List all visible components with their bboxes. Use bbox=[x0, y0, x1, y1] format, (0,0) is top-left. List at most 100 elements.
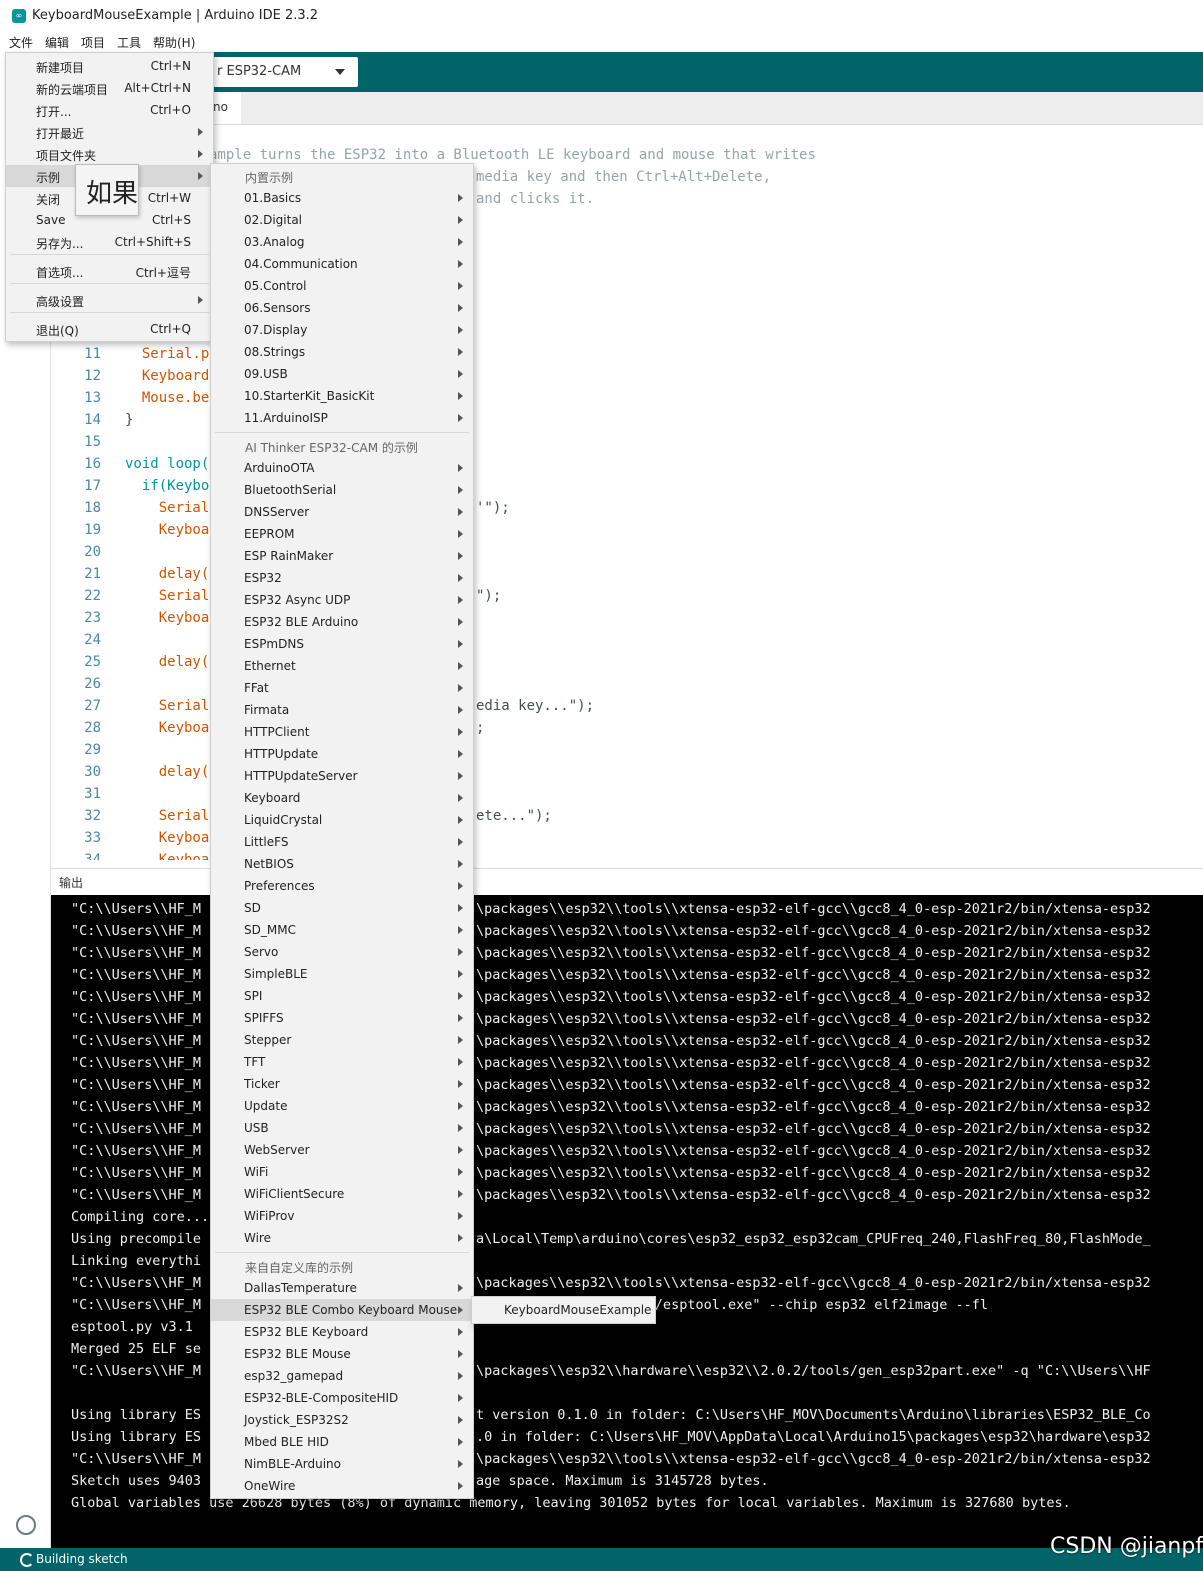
example-menu-item[interactable]: ESP32 bbox=[211, 567, 473, 589]
example-menu-item[interactable]: SD_MMC bbox=[211, 919, 473, 941]
example-menu-item[interactable]: NimBLE-Arduino bbox=[211, 1453, 473, 1475]
menu-item-1[interactable]: 新的云端项目 Alt+Ctrl+N bbox=[6, 77, 213, 99]
line-number: 34 bbox=[84, 852, 101, 860]
example-menu-item[interactable]: ESP32 Async UDP bbox=[211, 589, 473, 611]
example-menu-item[interactable]: 03.Analog bbox=[211, 231, 473, 253]
example-menu-item[interactable]: EEPROM bbox=[211, 523, 473, 545]
example-menu-item[interactable]: 09.USB bbox=[211, 363, 473, 385]
example-menu-item[interactable]: LiquidCrystal bbox=[211, 809, 473, 831]
example-menu-item[interactable]: HTTPUpdateServer bbox=[211, 765, 473, 787]
example-menu-item[interactable]: Firmata bbox=[211, 699, 473, 721]
output-line-tail: \packages\\esp32\\tools\\xtensa-esp32-el… bbox=[476, 945, 1151, 961]
example-menu-item[interactable]: DNSServer bbox=[211, 501, 473, 523]
example-menu-item[interactable]: ESP32 BLE Keyboard bbox=[211, 1321, 473, 1343]
example-menu-item[interactable]: Ethernet bbox=[211, 655, 473, 677]
example-menu-item[interactable]: HTTPClient bbox=[211, 721, 473, 743]
example-menu-item[interactable]: 07.Display bbox=[211, 319, 473, 341]
example-menu-item[interactable]: WiFiClientSecure bbox=[211, 1183, 473, 1205]
menu-item-label: Stepper bbox=[244, 1033, 292, 1047]
output-line: "C:\\Users\\HF_M bbox=[71, 901, 202, 917]
example-menu-item[interactable]: ESPmDNS bbox=[211, 633, 473, 655]
code-line: Keyboa bbox=[125, 522, 210, 538]
menu-item-0[interactable]: 新建项目 Ctrl+N bbox=[6, 55, 213, 77]
example-menu-item[interactable]: 06.Sensors bbox=[211, 297, 473, 319]
example-menu-item[interactable]: SPI bbox=[211, 985, 473, 1007]
window-title: KeyboardMouseExample | Arduino IDE 2.3.2 bbox=[32, 8, 319, 23]
menu-item-label: Update bbox=[244, 1099, 288, 1113]
tab-sketch[interactable]: no bbox=[211, 92, 241, 124]
output-line-tail: .0 in folder: C:\Users\HF_MOV\AppData\Lo… bbox=[476, 1429, 1151, 1445]
menu-item-8[interactable]: 另存为... Ctrl+Shift+S bbox=[6, 231, 213, 253]
example-menu-item[interactable]: TFT bbox=[211, 1051, 473, 1073]
chevron-right-icon bbox=[458, 304, 463, 312]
example-menu-item[interactable]: BluetoothSerial bbox=[211, 479, 473, 501]
chevron-right-icon bbox=[458, 904, 463, 912]
menu-item-4[interactable]: 项目文件夹 bbox=[6, 143, 213, 165]
example-menu-item[interactable]: Mbed BLE HID bbox=[211, 1431, 473, 1453]
example-menu-item[interactable]: 08.Strings bbox=[211, 341, 473, 363]
example-menu-item[interactable]: Ticker bbox=[211, 1073, 473, 1095]
example-menu-item[interactable]: ArduinoOTA bbox=[211, 457, 473, 479]
example-menu-item[interactable]: USB bbox=[211, 1117, 473, 1139]
example-menu-item[interactable]: Update bbox=[211, 1095, 473, 1117]
board-selector[interactable]: r ESP32-CAM bbox=[213, 57, 358, 87]
menu-item-10[interactable]: 高级设置 bbox=[6, 289, 213, 311]
code-comment-line: media key and then Ctrl+Alt+Delete, bbox=[476, 169, 772, 185]
output-line-tail: \packages\\esp32\\tools\\xtensa-esp32-el… bbox=[476, 1011, 1151, 1027]
example-menu-item[interactable]: 01.Basics bbox=[211, 187, 473, 209]
example-menu-item[interactable]: esp32_gamepad bbox=[211, 1365, 473, 1387]
menu-help[interactable]: 帮助(H) bbox=[153, 34, 195, 51]
menu-item-label: Firmata bbox=[244, 703, 290, 717]
menu-file[interactable]: 文件 bbox=[9, 34, 33, 51]
example-menu-item[interactable]: 04.Communication bbox=[211, 253, 473, 275]
example-menu-item[interactable]: LittleFS bbox=[211, 831, 473, 853]
menu-item-label: ESP32 Async UDP bbox=[244, 593, 351, 607]
example-menu-item[interactable]: Preferences bbox=[211, 875, 473, 897]
example-menu-item[interactable]: ESP32 BLE Combo Keyboard Mouse bbox=[211, 1299, 473, 1321]
example-menu-item[interactable]: Keyboard bbox=[211, 787, 473, 809]
example-menu-item[interactable]: SPIFFS bbox=[211, 1007, 473, 1029]
example-menu-item[interactable]: ESP32 BLE Mouse bbox=[211, 1343, 473, 1365]
output-line: "C:\\Users\\HF_M bbox=[71, 923, 202, 939]
example-menu-item[interactable]: WiFi bbox=[211, 1161, 473, 1183]
menu-tools[interactable]: 工具 bbox=[117, 34, 141, 51]
example-menu-item[interactable]: Wire bbox=[211, 1227, 473, 1249]
menu-item-9[interactable]: 首选项... Ctrl+逗号 bbox=[6, 260, 213, 282]
chevron-right-icon bbox=[458, 838, 463, 846]
output-line: Using library ES bbox=[71, 1429, 202, 1445]
chevron-right-icon bbox=[458, 530, 463, 538]
menu-item-label: 09.USB bbox=[244, 367, 288, 381]
example-menu-item[interactable]: FFat bbox=[211, 677, 473, 699]
example-menu-item[interactable]: 02.Digital bbox=[211, 209, 473, 231]
example-menu-item[interactable]: 10.StarterKit_BasicKit bbox=[211, 385, 473, 407]
example-menu-item[interactable]: 05.Control bbox=[211, 275, 473, 297]
output-line: "C:\\Users\\HF_M bbox=[71, 1055, 202, 1071]
example-menu-item[interactable]: HTTPUpdate bbox=[211, 743, 473, 765]
line-number: 13 bbox=[84, 390, 101, 406]
account-icon[interactable] bbox=[16, 1515, 36, 1535]
example-menu-item[interactable]: Servo bbox=[211, 941, 473, 963]
menu-item-label: ESP32-BLE-CompositeHID bbox=[244, 1391, 399, 1405]
menu-item-3[interactable]: 打开最近 bbox=[6, 121, 213, 143]
example-menu-item[interactable]: WebServer bbox=[211, 1139, 473, 1161]
example-menu-item[interactable]: Stepper bbox=[211, 1029, 473, 1051]
line-number: 23 bbox=[84, 610, 101, 626]
example-menu-item[interactable]: 11.ArduinoISP bbox=[211, 407, 473, 429]
example-menu-item[interactable]: NetBIOS bbox=[211, 853, 473, 875]
menu-item-label: ESPmDNS bbox=[244, 637, 304, 651]
menu-item-keyboardmouseexample[interactable]: KeyboardMouseExample bbox=[473, 1299, 654, 1321]
example-menu-item[interactable]: ESP RainMaker bbox=[211, 545, 473, 567]
example-menu-item[interactable]: SD bbox=[211, 897, 473, 919]
menu-edit[interactable]: 编辑 bbox=[45, 34, 69, 51]
example-menu-item[interactable]: WiFiProv bbox=[211, 1205, 473, 1227]
menu-item-11[interactable]: 退出(Q) Ctrl+Q bbox=[6, 318, 213, 340]
menu-sketch[interactable]: 项目 bbox=[81, 34, 105, 51]
example-menu-item[interactable]: ESP32 BLE Arduino bbox=[211, 611, 473, 633]
menu-item-2[interactable]: 打开... Ctrl+O bbox=[6, 99, 213, 121]
output-line: "C:\\Users\\HF_M bbox=[71, 1187, 202, 1203]
example-menu-item[interactable]: ESP32-BLE-CompositeHID bbox=[211, 1387, 473, 1409]
example-menu-item[interactable]: Joystick_ESP32S2 bbox=[211, 1409, 473, 1431]
example-menu-item[interactable]: DallasTemperature bbox=[211, 1277, 473, 1299]
example-menu-item[interactable]: OneWire bbox=[211, 1475, 473, 1497]
example-menu-item[interactable]: SimpleBLE bbox=[211, 963, 473, 985]
